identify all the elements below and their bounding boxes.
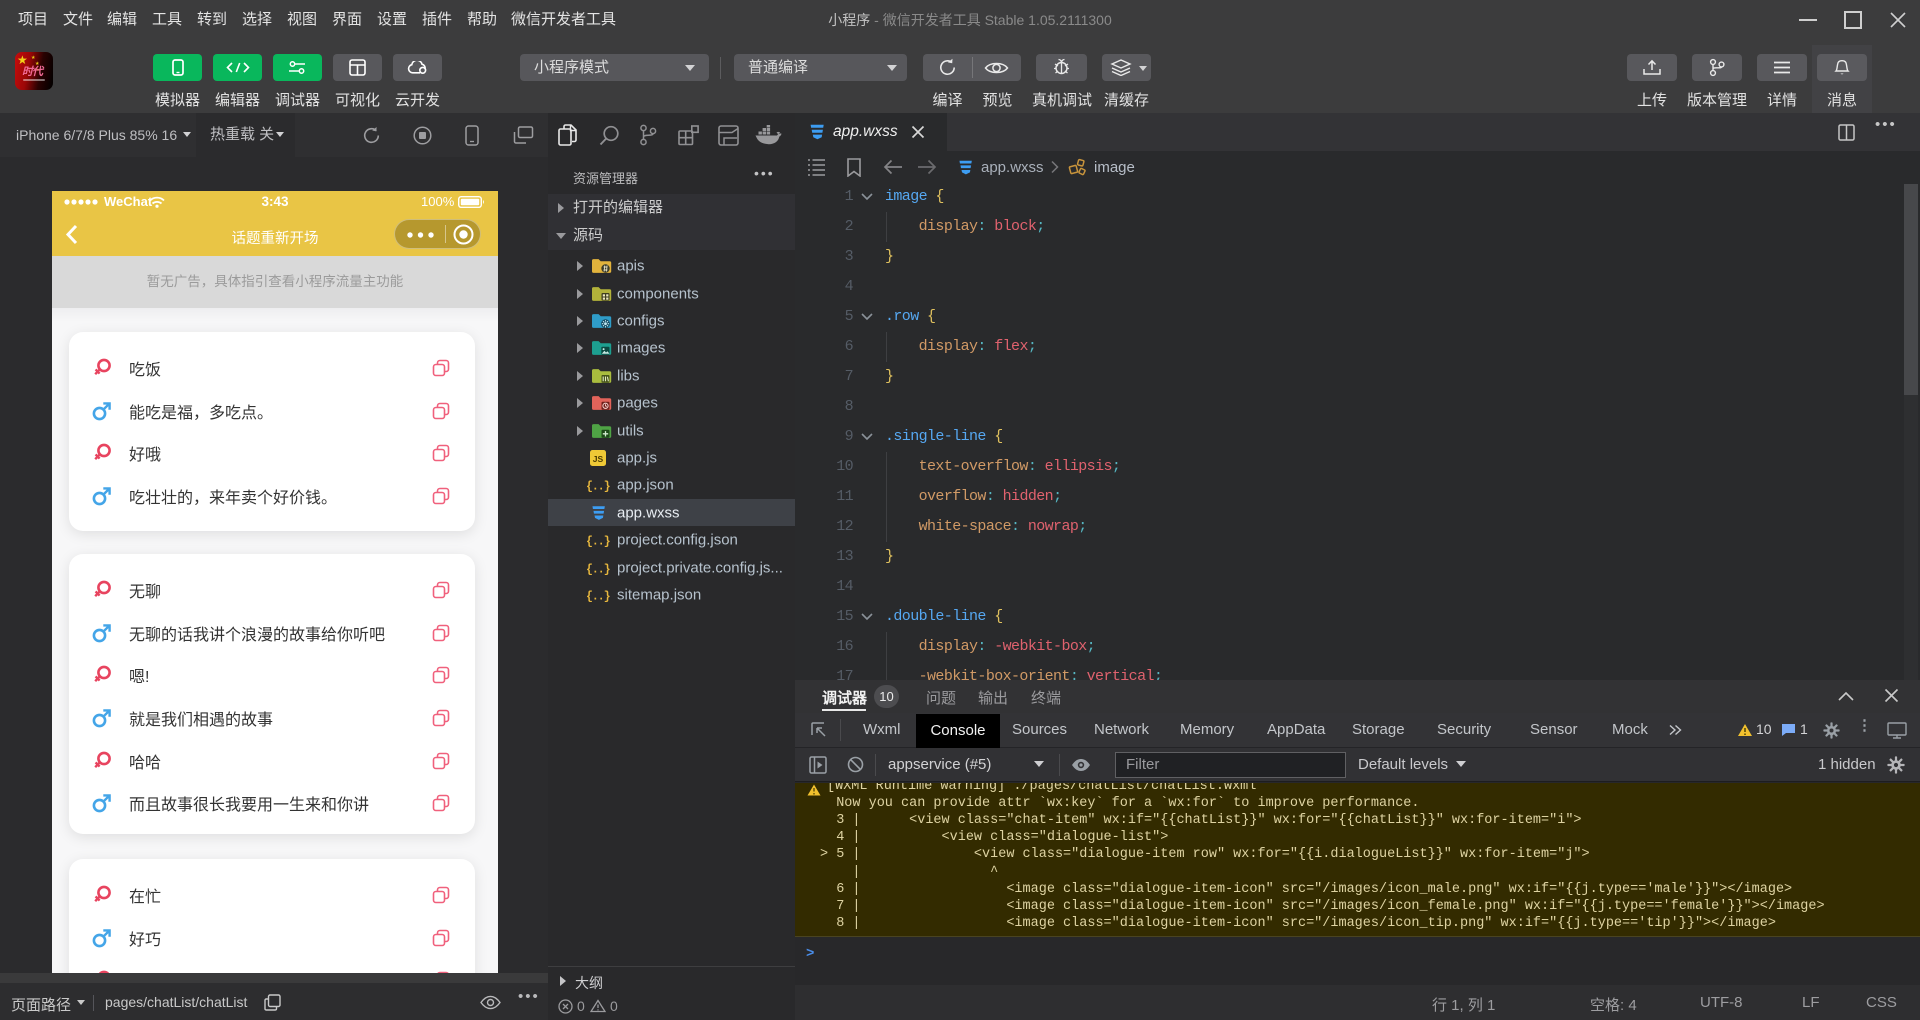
svg-text:JS: JS [593,454,604,464]
